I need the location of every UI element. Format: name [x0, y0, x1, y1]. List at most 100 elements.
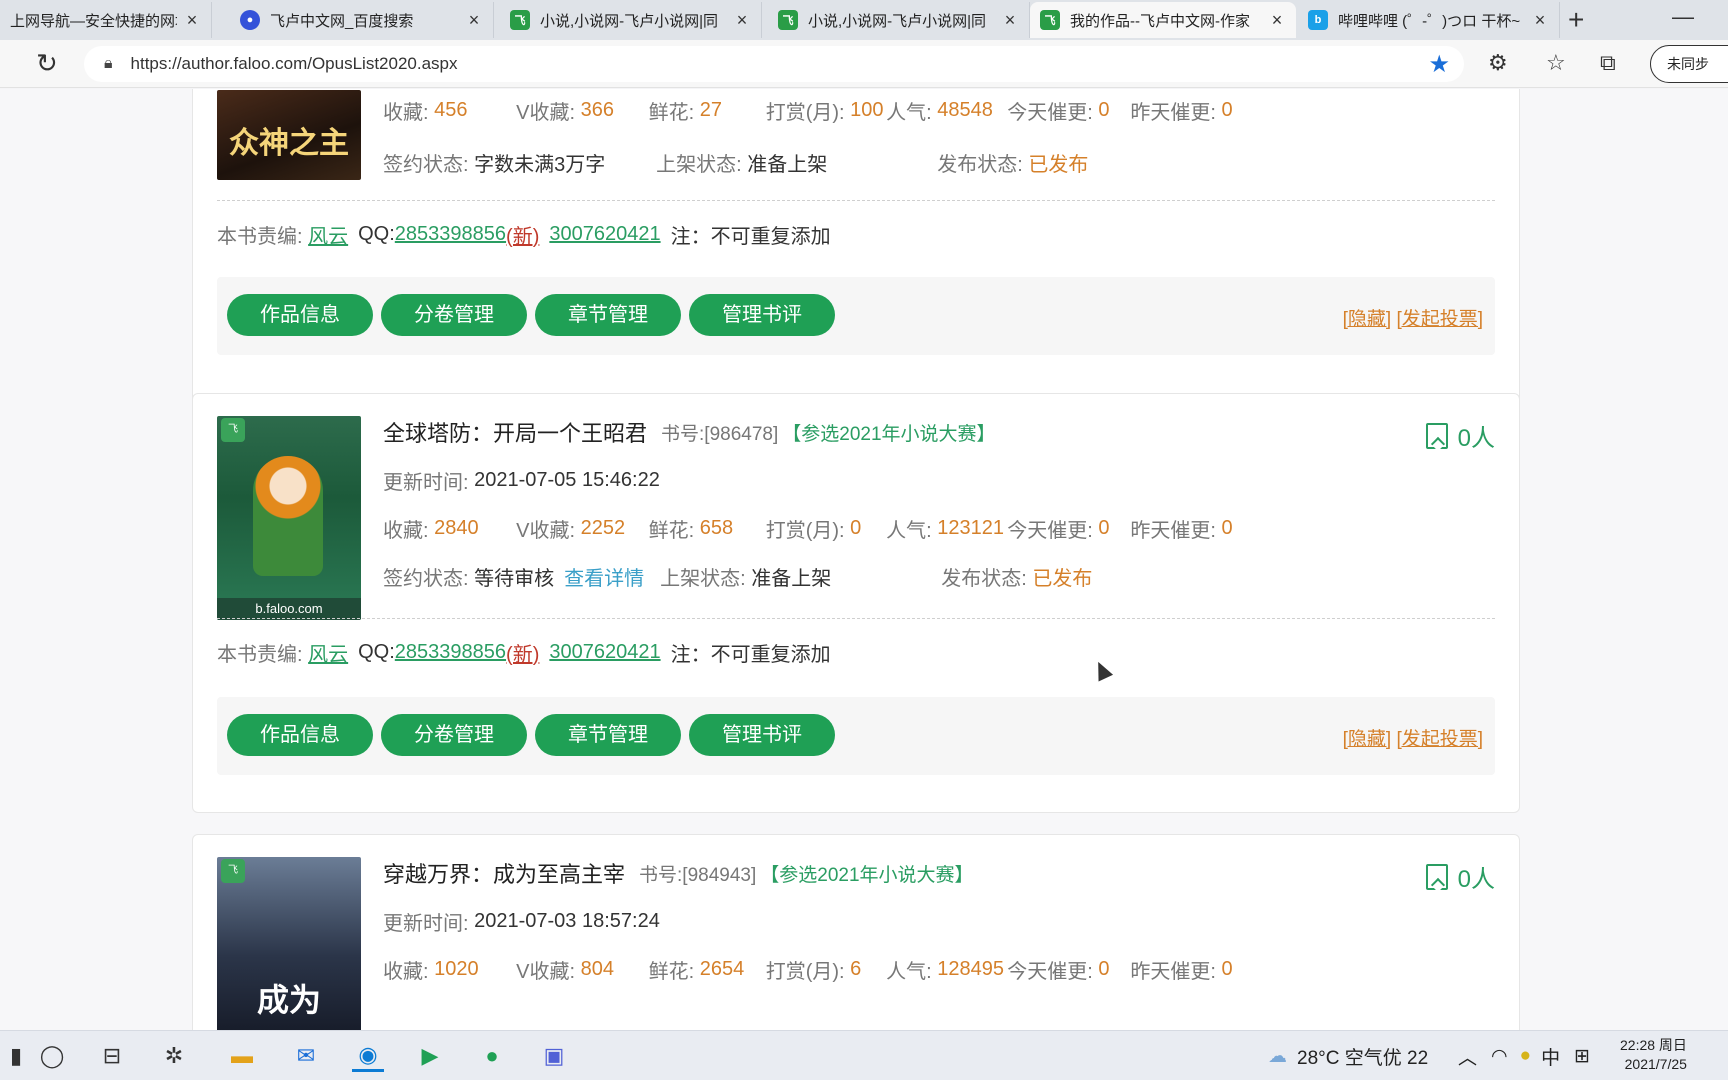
stat-value: 0 — [1221, 98, 1233, 121]
contest-tag[interactable]: 【参选2021年小说大赛】 — [782, 419, 995, 446]
chapter-manage-button[interactable]: 章节管理 — [535, 714, 681, 756]
address-toolbar: ↻ 🔒︎ https://author.faloo.com/OpusList20… — [0, 40, 1728, 88]
close-icon[interactable]: × — [183, 10, 201, 31]
book-cover[interactable]: 飞 b.faloo.com — [217, 416, 361, 620]
keyboard-icon[interactable]: ⊞ — [1574, 1045, 1590, 1068]
lock-icon[interactable]: 🔒︎ — [104, 55, 113, 73]
new-tag[interactable]: (新) — [506, 220, 539, 249]
clock[interactable]: 22:28 周日 2021/7/25 — [1620, 1036, 1687, 1074]
label: 收藏: — [383, 101, 429, 124]
book-cover[interactable]: 众神之主 — [217, 90, 361, 180]
tab-navigation[interactable]: 上网导航—安全快捷的网址 × — [0, 2, 212, 38]
qq-link[interactable]: 2853398856 — [395, 223, 506, 246]
review-manage-button[interactable]: 管理书评 — [689, 294, 835, 336]
note-text: 注：不可重复添加 — [670, 643, 831, 666]
windows-start-icon[interactable]: ▮ — [0, 1040, 32, 1072]
contest-tag[interactable]: 【参选2021年小说大赛】 — [760, 860, 973, 887]
close-icon[interactable]: × — [1001, 10, 1019, 31]
minimize-button[interactable]: — — [1672, 4, 1694, 30]
chapter-manage-button[interactable]: 章节管理 — [535, 294, 681, 336]
task-view-icon[interactable]: ⊟ — [96, 1040, 128, 1072]
fans-count[interactable]: 0人 — [1425, 859, 1495, 894]
hide-link[interactable]: [隐藏] — [1343, 309, 1392, 330]
edge-browser-icon[interactable]: ◉ — [352, 1040, 384, 1072]
faloo-icon: 飞 — [1040, 10, 1060, 30]
faloo-icon: 飞 — [778, 10, 798, 30]
stat-value: 123121 — [937, 516, 1005, 539]
url-text[interactable]: https://author.faloo.com/OpusList2020.as… — [131, 54, 458, 74]
app-icon[interactable]: ▣ — [538, 1040, 570, 1072]
tab-faloo-2[interactable]: 飞 小说,小说网-飞卢小说网|同 × — [768, 2, 1030, 38]
reload-icon[interactable]: ↻ — [36, 48, 58, 79]
cover-illustration — [253, 456, 323, 576]
hide-link[interactable]: [隐藏] — [1343, 729, 1392, 750]
qq-link[interactable]: 2853398856 — [395, 641, 506, 664]
sync-button[interactable]: 未同步 — [1650, 45, 1728, 83]
fans-count[interactable]: 0人 — [1425, 418, 1495, 453]
close-icon[interactable]: × — [465, 10, 483, 31]
volume-manage-button[interactable]: 分卷管理 — [381, 294, 527, 336]
new-tab-button[interactable]: + — [1568, 4, 1584, 36]
extensions-icon[interactable]: ⚙ — [1488, 50, 1508, 76]
update-row: 更新时间: 2021-07-05 15:46:22 — [383, 466, 660, 494]
stat-value: 2654 — [699, 957, 745, 980]
stat-value: 0 — [850, 516, 862, 539]
label: 收藏: — [383, 519, 429, 542]
collections-icon[interactable]: ⧉ — [1600, 50, 1616, 76]
new-tag[interactable]: (新) — [506, 638, 539, 667]
wechat-icon[interactable]: ● — [476, 1040, 508, 1072]
editor-row: 本书责编: 风云 QQ: 2853398856 (新) 3007620421 注：不… — [217, 638, 831, 666]
stat-value: 366 — [580, 98, 614, 121]
label: 本书责编: — [217, 643, 303, 666]
wifi-icon[interactable]: ◠ — [1491, 1045, 1508, 1068]
editor-link[interactable]: 风云 — [308, 638, 348, 667]
favorite-star-icon[interactable]: ★ — [1428, 50, 1450, 79]
stat-value: 2840 — [434, 516, 479, 539]
tab-baidu[interactable]: ● 飞卢中文网_百度搜索 × — [230, 2, 494, 38]
work-info-button[interactable]: 作品信息 — [227, 294, 373, 336]
file-explorer-icon[interactable]: ▬ — [226, 1040, 258, 1072]
qq-link[interactable]: 3007620421 — [549, 641, 660, 664]
media-player-icon[interactable]: ▶ — [414, 1040, 446, 1072]
faloo-icon: 飞 — [510, 10, 530, 30]
vote-link[interactable]: [发起投票] — [1396, 309, 1483, 330]
editor-link[interactable]: 风云 — [308, 220, 348, 249]
chevron-up-icon[interactable]: ︿ — [1458, 1043, 1477, 1070]
qq-link[interactable]: 3007620421 — [549, 223, 660, 246]
weather-widget[interactable]: ☁ 28°C 空气优 22 — [1268, 1031, 1428, 1080]
stat-value: 27 — [699, 98, 722, 121]
book-title[interactable]: 全球塔防：开局一个王昭君 — [383, 416, 647, 448]
ime-indicator[interactable]: 中 — [1541, 1043, 1560, 1070]
book-cover[interactable]: 飞 成为 — [217, 857, 361, 1030]
date-text: 2021/7/25 — [1624, 1056, 1687, 1072]
label: 昨天催更: — [1130, 519, 1216, 542]
view-details-link[interactable]: 查看详情 — [564, 562, 660, 591]
close-icon[interactable]: × — [733, 10, 751, 31]
tab-my-works[interactable]: 飞 我的作品--飞卢中文网-作家 × — [1030, 2, 1296, 38]
mail-icon[interactable]: ✉ — [290, 1040, 322, 1072]
work-info-button[interactable]: 作品信息 — [227, 714, 373, 756]
tab-bilibili[interactable]: b 哔哩哔哩 (゜-゜)つロ 干杯~ × — [1298, 2, 1560, 38]
title-row: 穿越万界：成为至高主宰 书号:[984943] 【参选2021年小说大赛】 — [383, 859, 974, 887]
label: 签约状态: — [383, 153, 469, 176]
book-id: 书号:[984943] — [639, 864, 757, 886]
divider — [217, 618, 1495, 619]
label: 鲜花: — [648, 519, 695, 542]
favorites-icon[interactable]: ☆ — [1546, 50, 1566, 76]
label: 今天催更: — [1007, 960, 1093, 983]
search-circle-icon[interactable]: ◯ — [36, 1040, 68, 1072]
vote-link[interactable]: [发起投票] — [1396, 729, 1483, 750]
address-bar[interactable]: 🔒︎ https://author.faloo.com/OpusList2020… — [84, 46, 1464, 82]
volume-manage-button[interactable]: 分卷管理 — [381, 714, 527, 756]
cover-title: 众神之主 — [229, 126, 349, 161]
close-icon[interactable]: × — [1268, 10, 1286, 31]
label: 人气: — [886, 960, 932, 983]
close-icon[interactable]: × — [1531, 10, 1549, 31]
tab-title: 小说,小说网-飞卢小说网|同 — [808, 12, 987, 30]
book-title[interactable]: 穿越万界：成为至高主宰 — [383, 857, 625, 889]
security-icon[interactable]: ● — [1520, 1045, 1531, 1067]
page-content: 众神之主 收藏: 456 V收藏: 366 鲜花: 27 打赏(月): 100 … — [0, 89, 1728, 1030]
review-manage-button[interactable]: 管理书评 — [689, 714, 835, 756]
tab-faloo-1[interactable]: 飞 小说,小说网-飞卢小说网|同 × — [500, 2, 762, 38]
app-icon[interactable]: ✲ — [158, 1040, 190, 1072]
